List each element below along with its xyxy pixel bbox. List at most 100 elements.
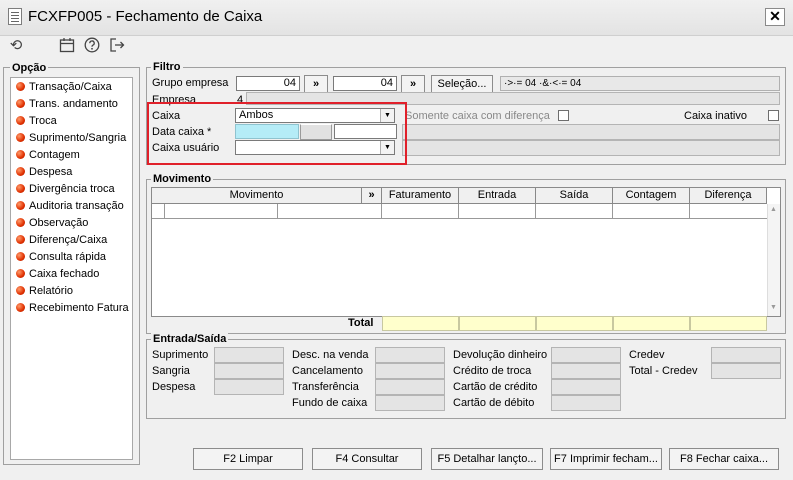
fechar-caixa-button[interactable]: F8 Fechar caixa... <box>669 448 779 470</box>
radio-dot-icon <box>16 82 25 91</box>
limpar-button[interactable]: F2 Limpar <box>193 448 303 470</box>
entrada-saida-label: Cartão de crédito <box>453 381 538 393</box>
radio-dot-icon <box>16 303 25 312</box>
selection-expression-field: ·>·= 04 ·&·<·= 04 <box>500 76 780 91</box>
entrada-saida-value-field <box>375 347 445 363</box>
radio-dot-icon <box>16 269 25 278</box>
entrada-saida-value-field <box>711 363 781 379</box>
entrada-saida-value-field <box>214 347 284 363</box>
total-diferenca <box>690 316 767 331</box>
opcao-item[interactable]: Trans. andamento <box>16 98 118 115</box>
entrada-saida-value-field <box>551 347 621 363</box>
entrada-saida-label: Transferência <box>292 381 359 393</box>
vertical-scrollbar[interactable]: ▲ ▼ <box>767 204 780 316</box>
entrada-saida-label: Crédito de troca <box>453 365 532 377</box>
col-movimento[interactable]: Movimento <box>152 188 362 204</box>
table-row[interactable] <box>152 204 767 219</box>
exit-icon[interactable] <box>108 37 126 55</box>
opcao-item-label: Diferença/Caixa <box>29 234 108 246</box>
opcao-title: Opção <box>10 62 49 74</box>
opcao-item[interactable]: Caixa fechado <box>16 268 99 285</box>
opcao-item-label: Divergência troca <box>29 183 115 195</box>
radio-dot-icon <box>16 201 25 210</box>
selecao-button[interactable]: Seleção... <box>431 75 493 93</box>
calendar-icon[interactable] <box>58 37 76 55</box>
radio-dot-icon <box>16 167 25 176</box>
opcao-item-label: Despesa <box>29 166 73 178</box>
total-faturamento <box>382 316 459 331</box>
total-label: Total <box>348 317 374 329</box>
grupo-empresa-range-button[interactable]: » <box>304 75 328 93</box>
help-icon[interactable] <box>83 37 101 55</box>
opcao-item-label: Auditoria transação <box>29 200 124 212</box>
movimento-title: Movimento <box>151 173 214 185</box>
close-icon[interactable]: ✕ <box>765 8 785 26</box>
entrada-saida-value-field <box>551 395 621 411</box>
calendar-icon-svg <box>59 38 75 53</box>
help-icon-svg <box>84 37 100 53</box>
opcao-item[interactable]: Diferença/Caixa <box>16 234 107 251</box>
scroll-down-icon[interactable]: ▼ <box>770 304 777 311</box>
entrada-saida-label: Credev <box>629 349 665 361</box>
opcao-item[interactable]: Suprimento/Sangria <box>16 132 126 149</box>
col-diferenca[interactable]: Diferença <box>690 188 767 204</box>
opcao-item-label: Recebimento Fatura <box>29 302 129 314</box>
entrada-saida-label: Cartão de débito <box>453 397 535 409</box>
highlight-box <box>147 102 407 165</box>
opcao-item-label: Contagem <box>29 149 80 161</box>
opcao-item-label: Transação/Caixa <box>29 81 112 93</box>
somente-caixa-diferenca-checkbox[interactable] <box>558 110 569 121</box>
opcao-item[interactable]: Recebimento Fatura <box>16 302 129 319</box>
consultar-button[interactable]: F4 Consultar <box>312 448 422 470</box>
grupo-empresa-to-input[interactable]: 04 <box>333 76 397 91</box>
col-expand[interactable]: » <box>362 188 382 204</box>
radio-dot-icon <box>16 286 25 295</box>
entrada-saida-value-field <box>711 347 781 363</box>
refresh-icon[interactable]: ⟲ <box>7 37 25 55</box>
col-saida[interactable]: Saída <box>536 188 613 204</box>
opcao-item[interactable]: Contagem <box>16 149 80 166</box>
window-title: FCXFP005 - Fechamento de Caixa <box>28 8 263 25</box>
col-faturamento[interactable]: Faturamento <box>382 188 459 204</box>
exit-icon-svg <box>110 38 125 52</box>
grupo-empresa-from-input[interactable]: 04 <box>236 76 300 91</box>
entrada-saida-label: Suprimento <box>152 349 209 361</box>
detalhar-lancamento-button[interactable]: F5 Detalhar lançto... <box>431 448 543 470</box>
entrada-saida-label: Sangria <box>152 365 190 377</box>
radio-dot-icon <box>16 235 25 244</box>
opcao-item-label: Troca <box>29 115 57 127</box>
scroll-up-icon[interactable]: ▲ <box>770 206 777 213</box>
col-entrada[interactable]: Entrada <box>459 188 536 204</box>
entrada-saida-value-field <box>375 395 445 411</box>
total-entrada <box>459 316 536 331</box>
opcao-item[interactable]: Troca <box>16 115 57 132</box>
entrada-saida-value-field <box>375 379 445 395</box>
opcao-item[interactable]: Divergência troca <box>16 183 115 200</box>
radio-dot-icon <box>16 150 25 159</box>
caixa-inativo-checkbox[interactable] <box>768 110 779 121</box>
opcao-item[interactable]: Auditoria transação <box>16 200 124 217</box>
opcao-item-label: Observação <box>29 217 89 229</box>
total-saida <box>536 316 613 331</box>
radio-dot-icon <box>16 133 25 142</box>
opcao-item[interactable]: Observação <box>16 217 88 234</box>
opcao-item[interactable]: Consulta rápida <box>16 251 106 268</box>
opcao-item-label: Relatório <box>29 285 74 297</box>
entrada-saida-label: Devolução dinheiro <box>453 349 548 361</box>
entrada-saida-value-field <box>214 363 284 379</box>
radio-dot-icon <box>16 184 25 193</box>
opcao-item-label: Trans. andamento <box>29 98 118 110</box>
radio-dot-icon <box>16 252 25 261</box>
entrada-saida-value-field <box>214 379 284 395</box>
opcao-item-label: Caixa fechado <box>29 268 100 280</box>
somente-caixa-diferenca-label: Somente caixa com diferença <box>405 110 550 122</box>
entrada-saida-label: Desc. na venda <box>292 349 369 361</box>
app-document-icon <box>8 8 22 25</box>
col-contagem[interactable]: Contagem <box>613 188 690 204</box>
opcao-item[interactable]: Relatório <box>16 285 73 302</box>
grupo-empresa-to-range-button[interactable]: » <box>401 75 425 93</box>
opcao-item[interactable]: Transação/Caixa <box>16 81 112 98</box>
imprimir-fechamento-button[interactable]: F7 Imprimir fecham... <box>550 448 662 470</box>
opcao-item[interactable]: Despesa <box>16 166 72 183</box>
radio-dot-icon <box>16 116 25 125</box>
